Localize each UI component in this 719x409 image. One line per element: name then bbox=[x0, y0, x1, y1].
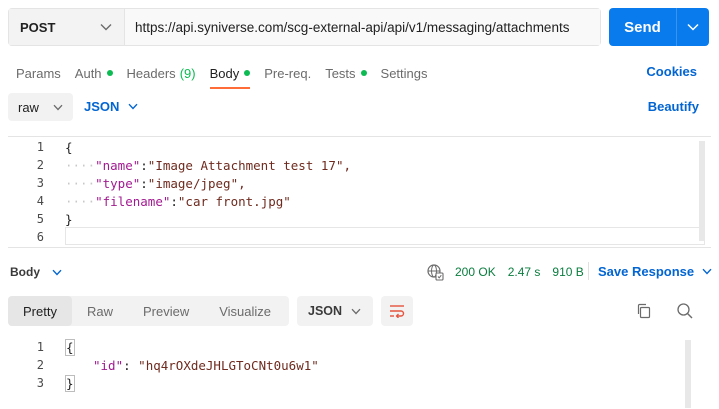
json-value: "Image Attachment test 17", bbox=[147, 157, 351, 173]
tab-auth[interactable]: Auth bbox=[75, 62, 113, 84]
save-response-button[interactable]: Save Response bbox=[598, 264, 712, 279]
chevron-down-icon bbox=[702, 268, 712, 275]
code-line: 5 } bbox=[8, 210, 73, 228]
line-number: 3 bbox=[36, 376, 44, 390]
wrap-lines-button[interactable] bbox=[381, 296, 413, 326]
line-number: 1 bbox=[36, 340, 44, 354]
copy-icon[interactable] bbox=[636, 303, 652, 319]
response-section-toggle[interactable]: Body bbox=[10, 265, 62, 279]
body-mode-label: raw bbox=[18, 99, 39, 115]
tab-pretty[interactable]: Pretty bbox=[8, 296, 72, 326]
request-url-bar: POST https://api.syniverse.com/scg-exter… bbox=[8, 8, 601, 46]
response-status: 200 OK 2.47 s 910 B bbox=[455, 265, 596, 279]
chevron-down-icon bbox=[100, 24, 112, 31]
code-line: 1 { bbox=[8, 138, 73, 156]
chevron-down-icon bbox=[53, 104, 63, 110]
line-number: 5 bbox=[36, 212, 44, 226]
tab-label: Headers bbox=[126, 65, 176, 81]
tab-count: (9) bbox=[179, 65, 196, 81]
tab-settings[interactable]: Settings bbox=[381, 62, 428, 84]
status-dot-icon bbox=[244, 70, 251, 76]
tab-label: Auth bbox=[74, 65, 102, 81]
body-mode-select[interactable]: raw bbox=[8, 93, 73, 121]
tab-params[interactable]: Params bbox=[16, 62, 61, 84]
method-select[interactable]: POST bbox=[9, 9, 125, 45]
tab-label: Settings bbox=[380, 65, 428, 81]
code-text: } bbox=[65, 374, 75, 392]
code-text: ····"name":"Image Attachment test 17", bbox=[65, 157, 351, 173]
tab-body[interactable]: Body bbox=[209, 62, 251, 89]
divider bbox=[588, 262, 589, 280]
json-value: "hq4rOXdeJHLGToCNt0u6w1" bbox=[138, 357, 319, 373]
tab-pre-request[interactable]: Pre-req. bbox=[264, 62, 311, 84]
request-body-editor[interactable]: 1 { 2 ····"name":"Image Attachment test … bbox=[8, 136, 711, 248]
code-text: { bbox=[65, 338, 75, 356]
tab-tests[interactable]: Tests bbox=[325, 62, 367, 84]
line-number: 4 bbox=[36, 194, 44, 208]
line-number: 3 bbox=[36, 176, 44, 190]
code-text: { bbox=[65, 139, 73, 155]
code-line: 3 ····"type":"image/jpeg", bbox=[8, 174, 246, 192]
tab-preview[interactable]: Preview bbox=[128, 296, 204, 326]
tab-label: Pre-req. bbox=[264, 65, 312, 81]
line-number: 6 bbox=[36, 230, 44, 244]
json-key: "type" bbox=[95, 175, 141, 191]
search-icon[interactable] bbox=[676, 302, 694, 320]
line-number: 1 bbox=[36, 140, 44, 154]
code-line: 4 ····"filename":"car front.jpg" bbox=[8, 192, 291, 210]
json-value: "image/jpeg", bbox=[147, 175, 246, 191]
send-options-button[interactable] bbox=[677, 8, 709, 46]
code-line: 2 ····"name":"Image Attachment test 17", bbox=[8, 156, 351, 174]
json-key: "id" bbox=[93, 357, 124, 373]
code-text: } bbox=[65, 211, 73, 227]
code-line: 6 bbox=[8, 228, 44, 246]
response-format-select[interactable]: JSON bbox=[297, 296, 373, 326]
code-line: 1 { bbox=[8, 338, 75, 356]
response-body-viewer[interactable]: 1 { 2 "id": "hq4rOXdeJHLGToCNt0u6w1" 3 } bbox=[8, 338, 711, 408]
send-button[interactable]: Send bbox=[609, 8, 676, 46]
line-number: 2 bbox=[36, 358, 44, 372]
json-key: "name" bbox=[95, 157, 141, 173]
send-button-group: Send bbox=[609, 8, 709, 46]
response-label: Body bbox=[10, 265, 40, 279]
json-key: "filename" bbox=[95, 193, 171, 209]
chevron-down-icon bbox=[128, 103, 138, 110]
url-input[interactable]: https://api.syniverse.com/scg-external-a… bbox=[125, 9, 600, 45]
wrap-lines-icon bbox=[390, 305, 405, 318]
response-size[interactable]: 910 B bbox=[552, 265, 583, 279]
cookies-link[interactable]: Cookies bbox=[646, 64, 697, 79]
code-text: "id": "hq4rOXdeJHLGToCNt0u6w1" bbox=[93, 357, 319, 373]
tab-label: Params bbox=[16, 65, 61, 81]
json-value: "car front.jpg" bbox=[177, 193, 291, 209]
scrollbar[interactable] bbox=[685, 340, 691, 408]
current-line-highlight bbox=[65, 227, 705, 245]
status-code[interactable]: 200 OK bbox=[455, 265, 496, 279]
tab-headers[interactable]: Headers (9) bbox=[127, 62, 196, 84]
scrollbar[interactable] bbox=[699, 141, 705, 241]
status-dot-icon bbox=[106, 70, 113, 76]
chevron-down-icon bbox=[52, 269, 62, 276]
code-text: ····"filename":"car front.jpg" bbox=[65, 193, 291, 209]
response-format-label: JSON bbox=[308, 304, 343, 318]
code-text: ····"type":"image/jpeg", bbox=[65, 175, 246, 191]
tab-label: Body bbox=[209, 65, 240, 81]
body-language-label: JSON bbox=[84, 99, 120, 114]
method-label: POST bbox=[20, 19, 56, 35]
response-time[interactable]: 2.47 s bbox=[508, 265, 541, 279]
code-line: 3 } bbox=[8, 374, 75, 392]
code-line: 2 "id": "hq4rOXdeJHLGToCNt0u6w1" bbox=[8, 356, 319, 374]
line-number: 2 bbox=[36, 158, 44, 172]
body-language-select[interactable]: JSON bbox=[84, 99, 138, 114]
response-view-tabs: Pretty Raw Preview Visualize bbox=[8, 296, 289, 326]
beautify-button[interactable]: Beautify bbox=[648, 99, 699, 114]
request-tabs: Params Auth Headers (9) Body Pre-req. Tes… bbox=[16, 62, 442, 89]
tab-raw[interactable]: Raw bbox=[72, 296, 128, 326]
tab-label: Tests bbox=[325, 65, 356, 81]
save-response-label: Save Response bbox=[598, 264, 695, 279]
network-globe-icon[interactable] bbox=[426, 263, 444, 281]
chevron-down-icon bbox=[687, 23, 699, 31]
status-dot-icon bbox=[360, 70, 367, 76]
chevron-down-icon bbox=[351, 308, 361, 314]
tab-visualize[interactable]: Visualize bbox=[204, 296, 286, 326]
